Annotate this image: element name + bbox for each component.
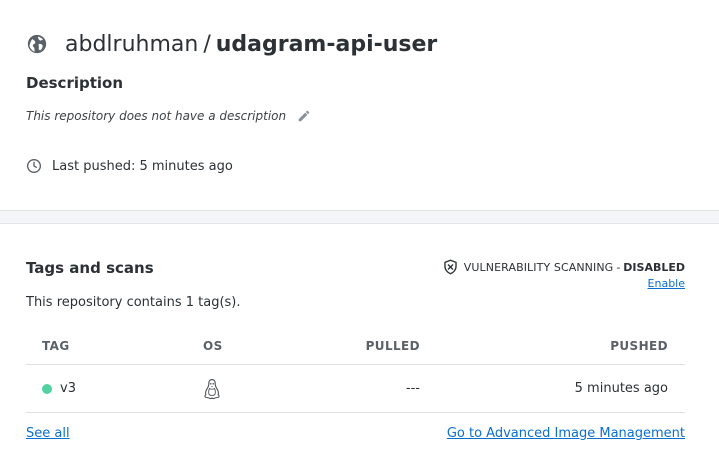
vulnerability-scanning-status: VULNERABILITY SCANNING - DISABLED (443, 259, 685, 275)
clock-icon (27, 159, 41, 173)
section-divider (0, 210, 719, 224)
see-all-link[interactable]: See all (26, 426, 70, 441)
tag-pulled: --- (405, 381, 420, 396)
repository-name: udagram-api-user (215, 31, 438, 57)
description-heading: Description (26, 74, 124, 92)
description-text: This repository does not have a descript… (26, 109, 287, 123)
enable-scanning-link[interactable]: Enable (648, 277, 685, 290)
advanced-image-management-link[interactable]: Go to Advanced Image Management (447, 426, 685, 441)
vulnerability-scanning-label: VULNERABILITY SCANNING (463, 260, 614, 274)
shield-x-icon (444, 259, 457, 275)
last-pushed-text: Last pushed: 5 minutes ago (52, 158, 233, 174)
column-header-pushed[interactable]: PUSHED (610, 339, 668, 353)
tags-table: TAG OS PULLED PUSHED v3 --- 5 minutes ag… (26, 330, 685, 413)
column-header-pulled[interactable]: PULLED (366, 339, 420, 353)
table-row[interactable]: v3 --- 5 minutes ago (26, 365, 685, 413)
pencil-icon[interactable] (297, 109, 311, 123)
column-header-os[interactable]: OS (203, 339, 223, 353)
vulnerability-scanning-separator: - (616, 260, 621, 274)
repository-owner: abdlruhman (65, 31, 199, 57)
linux-icon (204, 379, 220, 400)
globe-icon (27, 34, 47, 54)
tag-pushed: 5 minutes ago (574, 381, 668, 396)
tag-name[interactable]: v3 (60, 381, 76, 396)
last-pushed: Last pushed: 5 minutes ago (26, 158, 233, 174)
repository-separator: / (203, 31, 211, 57)
vulnerability-scanning-status-value: DISABLED (623, 260, 685, 274)
tag-status-dot (42, 384, 52, 394)
tag-count-text: This repository contains 1 tag(s). (26, 295, 241, 310)
repository-title: abdlruhman / udagram-api-user (26, 28, 437, 60)
tags-and-scans-card: Tags and scans VULNERABILITY SCANNING - … (0, 224, 719, 470)
repository-header-card: abdlruhman / udagram-api-user Descriptio… (0, 0, 719, 210)
tags-heading: Tags and scans (26, 259, 154, 277)
column-header-tag[interactable]: TAG (42, 339, 70, 353)
tags-table-header: TAG OS PULLED PUSHED (26, 330, 685, 365)
